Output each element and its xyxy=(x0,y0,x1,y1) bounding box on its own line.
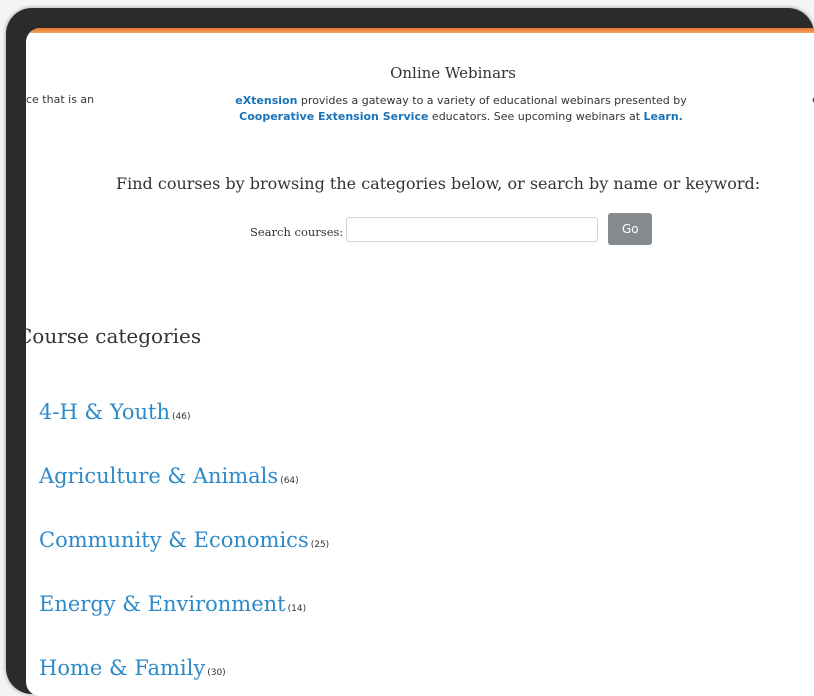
category-count: (14) xyxy=(287,604,307,614)
category-count: (46) xyxy=(171,412,191,422)
webinar-desc-text2: educators. See upcoming webinars at xyxy=(428,110,644,123)
cooperative-extension-link[interactable]: Cooperative Extension Service xyxy=(239,110,428,123)
list-item: Community & Economics (25) xyxy=(39,528,329,592)
webinar-section-title: Online Webinars xyxy=(390,64,516,82)
list-item: Home & Family (30) xyxy=(39,656,329,696)
header-accent-bar xyxy=(26,28,814,33)
search-courses-input[interactable] xyxy=(346,216,599,242)
course-search-form: Search courses: Go xyxy=(250,213,653,245)
extension-link[interactable]: eXtension xyxy=(235,94,297,107)
list-item: 4-H & Youth (46) xyxy=(39,400,329,464)
learn-link[interactable]: Learn. xyxy=(644,110,683,123)
list-item: Agriculture & Animals (64) xyxy=(39,464,329,528)
category-count: (25) xyxy=(310,540,330,550)
category-count: (64) xyxy=(280,476,299,486)
category-link-home-family[interactable]: Home & Family xyxy=(39,656,205,680)
category-list: 4-H & Youth (46) Agriculture & Animals (64… xyxy=(39,400,329,696)
find-courses-prompt: Find courses by browsing the categories … xyxy=(116,174,761,193)
category-count: (30) xyxy=(207,668,226,678)
go-button[interactable]: Go xyxy=(608,213,653,245)
category-link-agriculture-animals[interactable]: Agriculture & Animals xyxy=(39,464,278,488)
category-link-energy-environment[interactable]: Energy & Environment xyxy=(39,592,286,616)
category-link-4h-youth[interactable]: 4-H & Youth xyxy=(39,400,170,424)
category-link-community-economics[interactable]: Community & Economics xyxy=(39,528,309,552)
left-text-fragment: ce that is an xyxy=(26,93,95,106)
webinar-description: eXtension provides a gateway to a variet… xyxy=(196,93,726,125)
list-item: Energy & Environment (14) xyxy=(39,592,329,656)
search-courses-label: Search courses: xyxy=(250,225,344,239)
course-categories-heading: Course categories xyxy=(26,324,202,348)
device-frame: Online Webinars ce that is an eXtension … xyxy=(6,8,814,696)
browser-viewport: Online Webinars ce that is an eXtension … xyxy=(26,28,814,696)
webinar-desc-text1: provides a gateway to a variety of educa… xyxy=(297,94,687,107)
